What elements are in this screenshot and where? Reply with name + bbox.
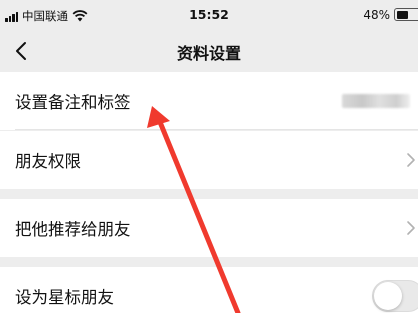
star-friend-row: 设为星标朋友 — [0, 267, 418, 313]
chevron-right-icon — [407, 221, 415, 235]
status-time: 15:52 — [189, 7, 229, 22]
remark-tags-label: 设置备注和标签 — [15, 93, 131, 112]
nav-bar: 资料设置 — [0, 30, 418, 72]
battery-percent: 48% — [363, 8, 390, 22]
star-friend-toggle[interactable] — [372, 280, 418, 312]
battery-fill — [396, 10, 408, 19]
toggle-knob — [374, 282, 402, 310]
status-bar: 中国联通 15:52 48% — [0, 0, 418, 30]
recommend-friend-label: 把他推荐给朋友 — [15, 220, 131, 239]
remark-value-blurred — [342, 94, 410, 108]
page-title: 资料设置 — [176, 44, 241, 63]
friend-permissions-row[interactable]: 朋友权限 — [0, 131, 418, 189]
star-friend-label: 设为星标朋友 — [15, 288, 114, 307]
friend-permissions-label: 朋友权限 — [15, 152, 81, 171]
recommend-friend-row[interactable]: 把他推荐给朋友 — [0, 199, 418, 257]
remark-tags-row[interactable]: 设置备注和标签 — [0, 72, 418, 130]
battery-icon — [394, 8, 418, 21]
chevron-right-icon — [407, 153, 415, 167]
row-divider — [15, 129, 418, 130]
